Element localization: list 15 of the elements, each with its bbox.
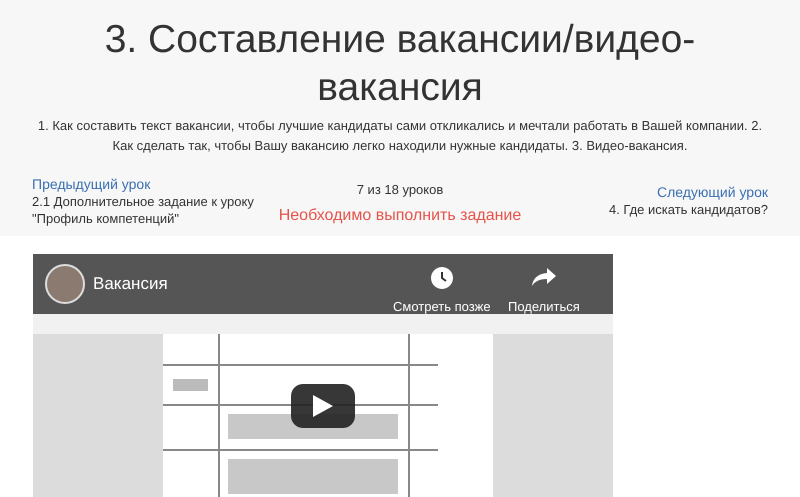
next-lesson-title: 4. Где искать кандидатов? <box>608 201 768 218</box>
share-arrow-icon <box>530 266 557 288</box>
previous-lesson-link[interactable]: Предыдущий урок <box>32 176 262 193</box>
clock-icon <box>430 266 454 290</box>
previous-lesson-title: 2.1 Дополнительное задание к уроку "Профиль компетенций" <box>32 193 255 227</box>
video-title[interactable]: Вакансия <box>93 270 168 296</box>
lesson-description: 1. Как составить текст вакансии, чтобы лучшие кандидаты сами откликались и мечтали работать в Вашей компании. 2. Как сделать так, чтобы Вашу вакансию легко находили нужные кандидаты. 3. Видео-вакансия. <box>36 117 764 155</box>
watch-later-button[interactable]: Смотреть позже <box>393 266 491 316</box>
requirement-notice: Необходимо выполнить задание <box>278 206 522 226</box>
play-button[interactable] <box>291 384 355 428</box>
progress-text: 7 из 18 уроков <box>356 181 444 199</box>
next-lesson-link[interactable]: Следующий урок <box>656 184 768 201</box>
play-icon <box>313 394 333 416</box>
lesson-title: 3. Составление вакансии/видео-вакансия <box>104 17 696 111</box>
share-button[interactable]: Поделиться <box>508 266 580 316</box>
